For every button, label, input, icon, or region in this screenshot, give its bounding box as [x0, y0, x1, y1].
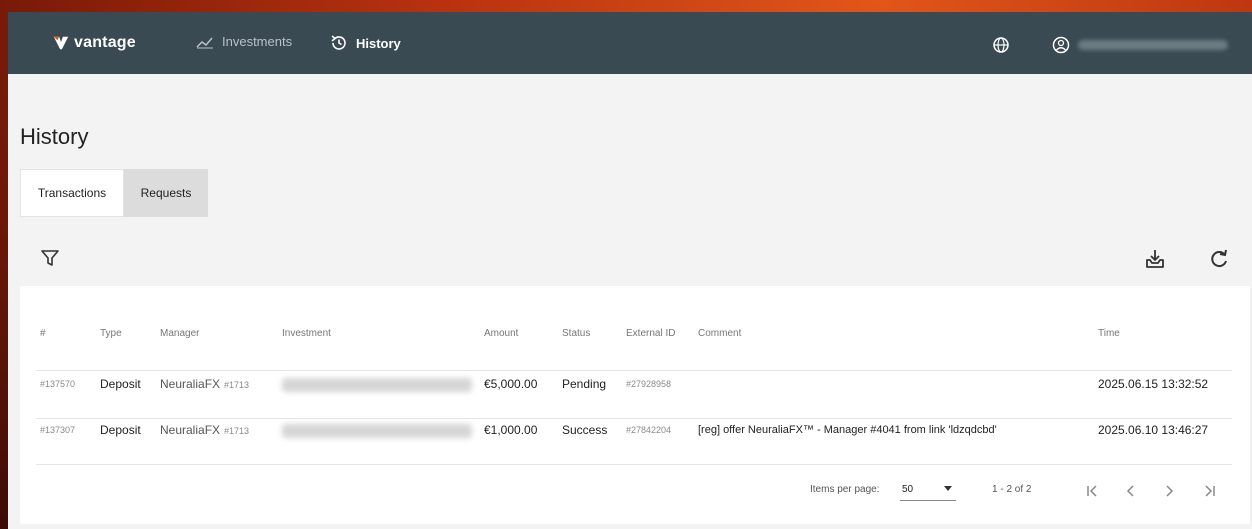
items-per-page-label: Items per page:	[810, 484, 880, 495]
items-per-page-select[interactable]: 50	[900, 482, 956, 501]
vantage-logo-icon	[53, 36, 69, 50]
investment-name-redacted	[282, 423, 472, 438]
cell-manager: NeuraliaFX #1713	[160, 372, 249, 397]
manager-name: NeuraliaFX	[160, 377, 221, 391]
cell-type: Deposit	[100, 423, 141, 437]
dropdown-arrow-icon	[944, 486, 952, 491]
manager-id: #1713	[224, 380, 250, 390]
col-header-id[interactable]: #	[40, 322, 46, 346]
cell-time: 2025.06.10 13:46:27	[1098, 423, 1209, 437]
col-header-time[interactable]: Time	[1098, 322, 1120, 346]
table-header: # Type Manager Investment Amount Status …	[20, 322, 1250, 346]
divider	[36, 370, 1232, 371]
transactions-table-card: # Type Manager Investment Amount Status …	[20, 286, 1250, 524]
cell-status: Success	[562, 423, 608, 437]
cell-amount: €1,000.00	[484, 423, 538, 437]
cell-status: Pending	[562, 377, 607, 391]
first-page-icon[interactable]	[1084, 482, 1102, 500]
cell-external-id: #27928958	[626, 379, 672, 389]
previous-page-icon[interactable]	[1122, 482, 1140, 500]
download-icon[interactable]	[1144, 248, 1166, 270]
page-title: History	[20, 124, 89, 149]
user-name-redacted	[1078, 40, 1228, 50]
manager-id: #1713	[224, 426, 250, 436]
brand-name: vantage	[74, 34, 136, 51]
items-per-page-value: 50	[902, 484, 914, 495]
manager-name: NeuraliaFX	[160, 423, 221, 437]
nav-investments[interactable]: Investments	[196, 34, 292, 49]
nav-history[interactable]: History	[330, 34, 401, 52]
col-header-investment[interactable]: Investment	[282, 322, 331, 346]
history-icon	[331, 35, 346, 50]
cell-external-id: #27842204	[626, 425, 672, 435]
cell-investment	[282, 372, 472, 396]
cell-manager: NeuraliaFX #1713	[160, 418, 249, 443]
user-menu[interactable]	[1052, 36, 1228, 54]
col-header-status[interactable]: Status	[562, 322, 590, 346]
investment-name-redacted	[282, 377, 472, 392]
nav-investments-label: Investments	[222, 34, 293, 49]
cell-id: #137570	[40, 379, 76, 389]
divider	[36, 464, 1232, 465]
table-row[interactable]: #137307 Deposit NeuraliaFX #1713 €1,000.0…	[20, 418, 1250, 442]
chart-line-icon	[196, 37, 213, 48]
cell-type: Deposit	[100, 377, 141, 391]
brand-logo[interactable]: vantage	[52, 34, 136, 52]
next-page-icon[interactable]	[1160, 482, 1178, 500]
history-tabs: Transactions Requests	[20, 169, 208, 217]
user-account-icon	[1052, 36, 1070, 54]
paginator: Items per page: 50 1 - 2 of 2	[20, 482, 1250, 502]
cell-amount: €5,000.00	[484, 377, 538, 391]
col-header-comment[interactable]: Comment	[698, 322, 741, 346]
last-page-icon[interactable]	[1200, 482, 1218, 500]
cell-id: #137307	[40, 425, 76, 435]
col-header-manager[interactable]: Manager	[160, 322, 199, 346]
app-window: vantage Investments History History Tran…	[8, 12, 1252, 529]
globe-icon[interactable]	[992, 36, 1010, 54]
table-row[interactable]: #137570 Deposit NeuraliaFX #1713 €5,000.0…	[20, 372, 1250, 396]
col-header-amount[interactable]: Amount	[484, 322, 518, 346]
tab-transactions[interactable]: Transactions	[20, 169, 124, 217]
cell-investment	[282, 418, 472, 442]
page-range-label: 1 - 2 of 2	[992, 484, 1032, 495]
refresh-icon[interactable]	[1208, 248, 1230, 270]
filter-icon[interactable]	[40, 248, 60, 268]
cell-time: 2025.06.15 13:32:52	[1098, 377, 1209, 391]
nav-history-label: History	[356, 35, 401, 51]
top-navbar: vantage Investments History	[8, 12, 1252, 74]
cell-comment: [reg] offer NeuraliaFX™ - Manager #4041 …	[698, 424, 997, 436]
tab-requests[interactable]: Requests	[124, 169, 208, 217]
col-header-type[interactable]: Type	[100, 322, 122, 346]
col-header-external-id[interactable]: External ID	[626, 322, 675, 346]
